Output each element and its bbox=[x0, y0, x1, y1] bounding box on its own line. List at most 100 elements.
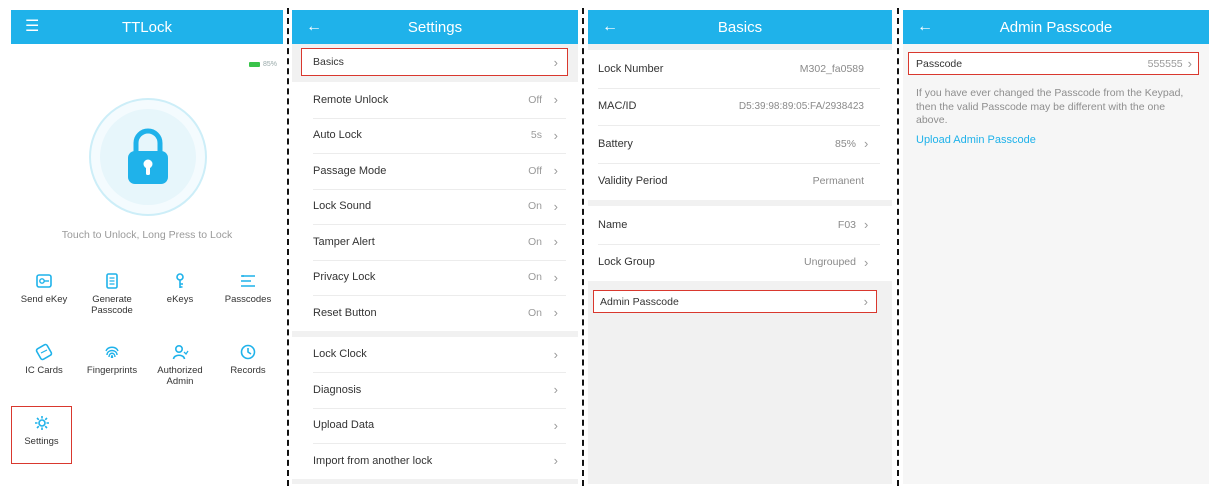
settings-item-reset-button[interactable]: Reset Button On › bbox=[292, 295, 578, 331]
chevron-right-icon: › bbox=[553, 92, 558, 108]
basics-item-value: F03 bbox=[837, 218, 856, 231]
settings-item-label: Privacy Lock bbox=[313, 271, 376, 284]
chevron-right-icon: › bbox=[863, 294, 868, 309]
touch-hint: Touch to Unlock, Long Press to Lock bbox=[61, 229, 233, 241]
home-screen: ☰ TTLock 85% Touch to Unlock, Long Press… bbox=[11, 10, 283, 484]
basics-item-label: Lock Group bbox=[598, 256, 655, 269]
chevron-right-icon: › bbox=[553, 127, 558, 143]
ekeys-icon bbox=[176, 273, 184, 288]
grid-label: Fingerprints bbox=[86, 365, 138, 376]
chevron-right-icon: › bbox=[553, 198, 558, 214]
chevron-right-icon: › bbox=[864, 254, 869, 270]
chevron-right-icon: › bbox=[553, 305, 558, 321]
settings-app-bar: ← Settings bbox=[292, 10, 578, 44]
chevron-right-icon: › bbox=[553, 453, 558, 469]
basics-item-value: Permanent bbox=[812, 175, 864, 188]
chevron-right-icon: › bbox=[553, 234, 558, 250]
panel-divider bbox=[287, 8, 289, 486]
fingerprint-icon bbox=[105, 346, 119, 359]
passcodes-button[interactable]: Passcodes bbox=[215, 272, 281, 305]
upload-admin-passcode-link[interactable]: Upload Admin Passcode bbox=[916, 134, 1209, 146]
admin-passcode-app-bar: ← Admin Passcode bbox=[903, 10, 1209, 44]
grid-label: Records bbox=[230, 365, 266, 376]
settings-item-label: Passage Mode bbox=[313, 164, 387, 177]
basics-group-info: Lock Number M302_fa0589 MAC/ID D5:39:98:89… bbox=[588, 50, 892, 200]
settings-item-label: Import from another lock bbox=[313, 454, 433, 467]
settings-item-tamper-alert[interactable]: Tamper Alert On › bbox=[292, 224, 578, 260]
settings-item-value: 5s bbox=[530, 129, 542, 142]
generate-passcode-icon bbox=[106, 273, 118, 289]
settings-item-upload-data[interactable]: Upload Data › bbox=[292, 407, 578, 444]
app-title: TTLock bbox=[121, 18, 172, 36]
chevron-right-icon: › bbox=[864, 217, 869, 233]
back-arrow-icon[interactable]: ← bbox=[602, 17, 618, 37]
battery-indicator: 85% bbox=[248, 61, 277, 68]
basics-item-label: Admin Passcode bbox=[600, 295, 679, 308]
basics-item-label: Name bbox=[598, 218, 628, 231]
basics-item-label: Validity Period bbox=[598, 175, 668, 188]
chevron-right-icon: › bbox=[553, 346, 558, 362]
passcode-row[interactable]: Passcode 555555 › bbox=[908, 52, 1199, 75]
lock-button[interactable] bbox=[89, 98, 207, 216]
passcodes-icon bbox=[241, 275, 255, 287]
home-app-bar: ☰ TTLock bbox=[11, 10, 283, 44]
ekeys-button[interactable]: eKeys bbox=[147, 272, 213, 305]
generate-passcode-button[interactable]: Generate Passcode bbox=[79, 272, 145, 316]
ic-cards-button[interactable]: IC Cards bbox=[11, 343, 77, 376]
settings-gear-icon bbox=[34, 416, 49, 430]
back-arrow-icon[interactable]: ← bbox=[917, 17, 933, 37]
grid-label: Authorized Admin bbox=[157, 365, 203, 387]
battery-text: 85% bbox=[262, 61, 277, 68]
basics-item-battery[interactable]: Battery 85% › bbox=[588, 125, 892, 163]
settings-item-value: On bbox=[527, 200, 542, 213]
menu-icon[interactable]: ☰ bbox=[25, 17, 39, 37]
chevron-right-icon: › bbox=[553, 382, 558, 398]
settings-item-diagnosis[interactable]: Diagnosis › bbox=[292, 372, 578, 408]
send-ekey-icon bbox=[36, 274, 52, 288]
basics-item-label: MAC/ID bbox=[598, 100, 637, 113]
settings-item-label: Lock Sound bbox=[313, 200, 372, 213]
settings-item-passage-mode[interactable]: Passage Mode Off › bbox=[292, 153, 578, 189]
basics-item-mac-id: MAC/ID D5:39:98:89:05:FA/2938423 bbox=[588, 87, 892, 125]
basics-item-name[interactable]: Name F03 › bbox=[588, 206, 892, 244]
settings-group-toggles: Remote Unlock Off › Auto Lock 5s › Passage M… bbox=[292, 82, 578, 331]
basics-item-lock-number: Lock Number M302_fa0589 bbox=[588, 50, 892, 88]
settings-title: Settings bbox=[407, 18, 463, 36]
settings-item-privacy-lock[interactable]: Privacy Lock On › bbox=[292, 259, 578, 296]
settings-item-lock-sound[interactable]: Lock Sound On › bbox=[292, 188, 578, 225]
basics-item-value: Ungrouped bbox=[804, 256, 856, 269]
settings-item-value: Off bbox=[528, 93, 542, 106]
settings-item-basics[interactable]: Basics › bbox=[301, 48, 568, 76]
settings-item-value: On bbox=[527, 306, 542, 319]
basics-group-name: Name F03 › Lock Group Ungrouped › bbox=[588, 206, 892, 281]
basics-item-value: D5:39:98:89:05:FA/2938423 bbox=[738, 100, 864, 112]
passcode-note: If you have ever changed the Passcode fr… bbox=[916, 87, 1184, 126]
basics-item-label: Battery bbox=[598, 137, 633, 150]
back-arrow-icon[interactable]: ← bbox=[306, 17, 322, 37]
admin-passcode-title: Admin Passcode bbox=[999, 18, 1113, 36]
grid-label: Send eKey bbox=[20, 294, 68, 305]
records-button[interactable]: Records bbox=[215, 343, 281, 376]
chevron-right-icon: › bbox=[553, 54, 558, 70]
settings-item-remote-unlock[interactable]: Remote Unlock Off › bbox=[292, 82, 578, 118]
chevron-right-icon: › bbox=[553, 417, 558, 433]
settings-item-label: Upload Data bbox=[313, 419, 375, 432]
basics-item-admin-passcode[interactable]: Admin Passcode › bbox=[593, 290, 877, 313]
passcode-label: Passcode bbox=[916, 57, 963, 70]
fingerprints-button[interactable]: Fingerprints bbox=[79, 343, 145, 376]
chevron-right-icon: › bbox=[553, 269, 558, 285]
send-ekey-button[interactable]: Send eKey bbox=[11, 272, 77, 305]
settings-item-label: Remote Unlock bbox=[313, 93, 389, 106]
settings-item-import-lock[interactable]: Import from another lock › bbox=[292, 443, 578, 479]
ic-cards-icon bbox=[35, 343, 53, 361]
panel-divider bbox=[582, 8, 584, 486]
padlock-icon bbox=[128, 128, 168, 184]
settings-item-lock-clock[interactable]: Lock Clock › bbox=[292, 337, 578, 373]
basics-item-lock-group[interactable]: Lock Group Ungrouped › bbox=[588, 243, 892, 281]
basics-item-value: 85% bbox=[834, 137, 856, 150]
settings-button[interactable]: Settings bbox=[11, 414, 72, 447]
settings-item-auto-lock[interactable]: Auto Lock 5s › bbox=[292, 117, 578, 154]
grid-label: Settings bbox=[24, 436, 59, 447]
settings-item-label: Basics bbox=[313, 56, 344, 68]
authorized-admin-button[interactable]: Authorized Admin bbox=[147, 343, 213, 387]
